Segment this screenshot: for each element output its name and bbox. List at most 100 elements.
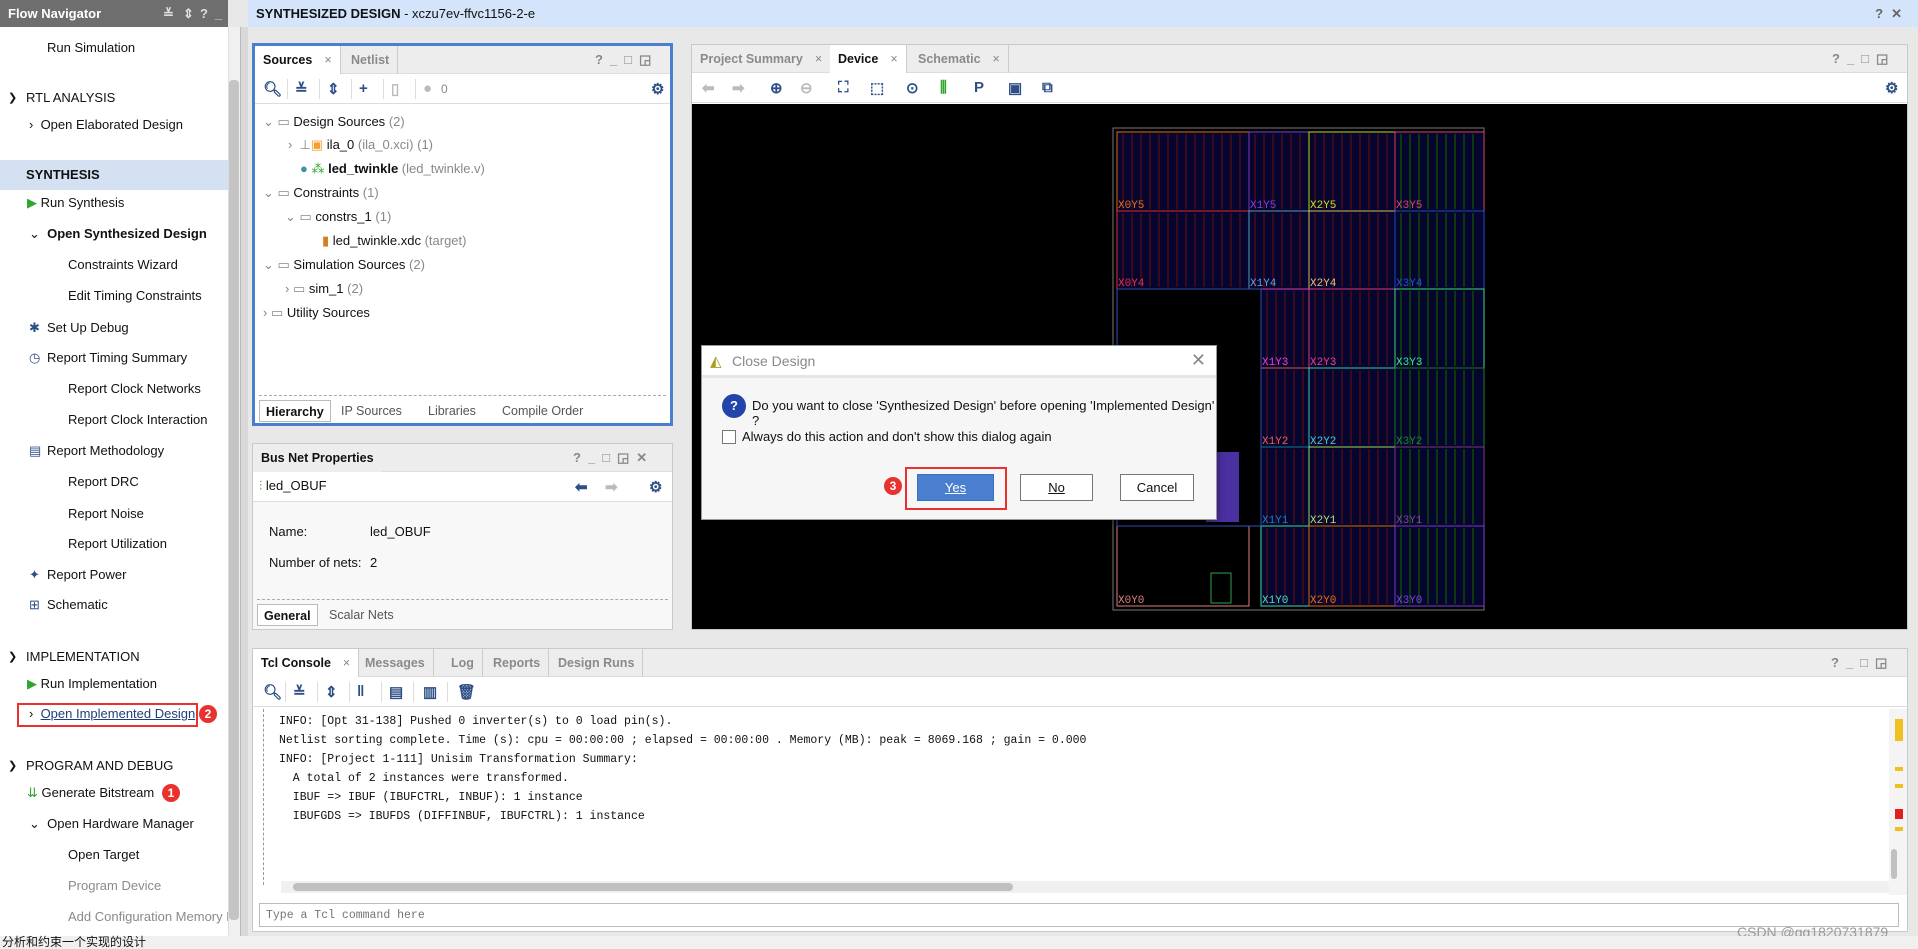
columns-icon[interactable]: ▥ <box>423 683 437 701</box>
zoom-fit-icon[interactable]: ⛶ <box>838 79 849 96</box>
search-icon[interactable]: 🔍︎ <box>263 683 282 701</box>
nav-section-rtl[interactable]: ❯ RTL ANALYSIS <box>8 89 115 107</box>
resize-icon[interactable]: ⧉ <box>1042 79 1053 96</box>
tab-libraries[interactable]: Libraries <box>422 400 482 422</box>
trash-icon[interactable]: 🗑︎ <box>457 683 476 701</box>
tab-log[interactable]: Log <box>443 649 483 677</box>
no-button[interactable]: No <box>1020 474 1093 501</box>
close-icon[interactable]: × <box>324 53 331 67</box>
tab-messages[interactable]: Messages <box>357 649 434 677</box>
checkbox-label[interactable]: Always do this action and don't show thi… <box>742 429 1052 444</box>
nav-run-simulation[interactable]: Run Simulation <box>47 39 135 57</box>
clock-region-label: X1Y1 <box>1262 515 1289 527</box>
tab-hierarchy[interactable]: Hierarchy <box>259 400 331 422</box>
nav-setup-debug[interactable]: ✱ Set Up Debug <box>29 319 129 337</box>
nav-schematic[interactable]: ⊞ Schematic <box>29 596 108 614</box>
splitter[interactable] <box>240 27 248 936</box>
tab-project-summary[interactable]: Project Summary × <box>692 45 832 73</box>
nav-section-implementation[interactable]: ❯ IMPLEMENTATION <box>8 648 140 666</box>
panel-controls[interactable]: ?_□◲ <box>595 52 658 68</box>
nav-open-target[interactable]: Open Target <box>68 846 139 864</box>
add-icon[interactable]: + <box>359 80 368 97</box>
nav-report-clock-interaction[interactable]: Report Clock Interaction <box>68 411 207 429</box>
expand-all-icon[interactable]: ⇕ <box>183 0 194 27</box>
nav-section-synthesis[interactable]: SYNTHESIS <box>26 166 100 184</box>
tree-sim-1[interactable]: › ▭ sim_1 (2) <box>285 281 363 297</box>
tab-compile-order[interactable]: Compile Order <box>496 400 589 422</box>
tab-general[interactable]: General <box>257 604 318 626</box>
collapse-all-icon[interactable]: ≚ <box>295 80 308 98</box>
nav-report-utilization[interactable]: Report Utilization <box>68 535 167 553</box>
tree-xdc-file[interactable]: ▮ led_twinkle.xdc (target) <box>322 233 466 249</box>
expand-all-icon[interactable]: ⇕ <box>327 80 340 98</box>
tree-design-sources[interactable]: ⌄ ▭ Design Sources (2) <box>263 114 405 130</box>
tab-schematic[interactable]: Schematic × <box>910 45 1009 73</box>
tab-tcl-console[interactable]: Tcl Console × <box>253 649 360 677</box>
collapse-all-icon[interactable]: ≚ <box>163 0 174 27</box>
help-and-close-icons[interactable]: ?✕ <box>1875 0 1910 27</box>
minimize-icon[interactable]: _ <box>215 0 222 27</box>
gear-icon[interactable]: ⚙ <box>649 478 662 496</box>
tree-utility-sources[interactable]: › ▭ Utility Sources <box>263 305 370 321</box>
nav-open-elaborated[interactable]: › Open Elaborated Design <box>29 116 183 134</box>
label: Run Synthesis <box>40 195 125 210</box>
tab-sources[interactable]: Sources × <box>255 46 341 74</box>
tree-led-twinkle[interactable]: ● ⁂ led_twinkle (led_twinkle.v) <box>300 161 485 177</box>
nav-report-noise[interactable]: Report Noise <box>68 505 144 523</box>
zoom-in-icon[interactable]: ⊕ <box>770 79 783 97</box>
nav-report-timing[interactable]: ◷ Report Timing Summary <box>29 349 187 367</box>
tcl-command-input[interactable] <box>259 903 1899 927</box>
scrollbar-thumb[interactable] <box>293 883 1013 891</box>
tab-netlist[interactable]: Netlist <box>343 46 399 74</box>
add-pblock-icon[interactable]: P <box>974 79 984 96</box>
dont-show-checkbox[interactable] <box>722 430 736 444</box>
tab-design-runs[interactable]: Design Runs <box>550 649 644 677</box>
copy-icon[interactable]: ▤ <box>389 683 403 701</box>
panel-controls[interactable]: ?_□◲ <box>1832 51 1895 67</box>
device-view-icon[interactable]: ▣ <box>1008 79 1022 97</box>
nav-constraints-wizard[interactable]: Constraints Wizard <box>68 256 178 274</box>
back-icon[interactable]: ⬅ <box>575 478 588 496</box>
collapse-all-icon[interactable]: ≚ <box>293 683 306 701</box>
clock-region-label: X0Y0 <box>1118 595 1144 607</box>
zoom-selection-icon[interactable]: ⬚ <box>870 79 884 97</box>
search-icon[interactable]: 🔍︎ <box>263 80 282 98</box>
nav-run-synthesis[interactable]: ▶ Run Synthesis <box>27 194 124 212</box>
chevron-down-icon: ⌄ <box>29 816 48 831</box>
clock-region-label: X1Y3 <box>1262 357 1288 369</box>
help-icon[interactable]: ? <box>200 0 208 27</box>
nav-report-power[interactable]: ✦ Report Power <box>29 566 126 584</box>
tree-constrs-1[interactable]: ⌄ ▭ constrs_1 (1) <box>285 209 391 225</box>
nav-generate-bitstream[interactable]: ⇊ Generate Bitstream <box>27 784 154 802</box>
scrollbar-thumb[interactable] <box>229 80 239 920</box>
close-icon[interactable]: ✕ <box>1191 350 1206 371</box>
crosshair-icon[interactable]: ⊙ <box>906 79 919 97</box>
scrollbar-thumb[interactable] <box>1891 849 1897 879</box>
pause-icon[interactable]: ‖ <box>357 683 364 700</box>
nav-report-clock-networks[interactable]: Report Clock Networks <box>68 380 201 398</box>
nav-section-program-debug[interactable]: ❯ PROGRAM AND DEBUG <box>8 757 173 775</box>
gear-icon[interactable]: ⚙ <box>651 80 664 98</box>
nav-run-implementation[interactable]: ▶ Run Implementation <box>27 675 157 693</box>
panel-controls[interactable]: ?_□◲ <box>1831 655 1894 671</box>
routing-icon[interactable]: ⫼ <box>940 79 947 96</box>
cancel-button[interactable]: Cancel <box>1120 474 1194 501</box>
gear-icon[interactable]: ⚙ <box>1885 79 1898 97</box>
tab-scalar-nets[interactable]: Scalar Nets <box>323 604 400 626</box>
vertical-scrollbar[interactable] <box>1889 709 1907 895</box>
clock-region-label: X1Y2 <box>1262 436 1288 448</box>
nav-report-drc[interactable]: Report DRC <box>68 473 139 491</box>
tab-reports[interactable]: Reports <box>485 649 550 677</box>
tree-ila-0[interactable]: › ⊥▣ ila_0 (ila_0.xci) (1) <box>288 137 433 153</box>
panel-controls[interactable]: ?_□◲✕ <box>573 450 654 466</box>
nav-edit-timing[interactable]: Edit Timing Constraints <box>68 287 202 305</box>
nav-open-hardware-manager[interactable]: ⌄ Open Hardware Manager <box>29 815 194 833</box>
nav-report-methodology[interactable]: ▤ Report Methodology <box>29 442 164 460</box>
tree-constraints[interactable]: ⌄ ▭ Constraints (1) <box>263 185 379 201</box>
expand-all-icon[interactable]: ⇕ <box>325 683 338 701</box>
tree-simulation-sources[interactable]: ⌄ ▭ Simulation Sources (2) <box>263 257 425 273</box>
tab-ip-sources[interactable]: IP Sources <box>335 400 408 422</box>
nav-open-synthesized[interactable]: ⌄ Open Synthesized Design <box>29 225 207 243</box>
tab-device[interactable]: Device × <box>830 45 907 73</box>
horizontal-scrollbar[interactable] <box>281 881 1891 893</box>
